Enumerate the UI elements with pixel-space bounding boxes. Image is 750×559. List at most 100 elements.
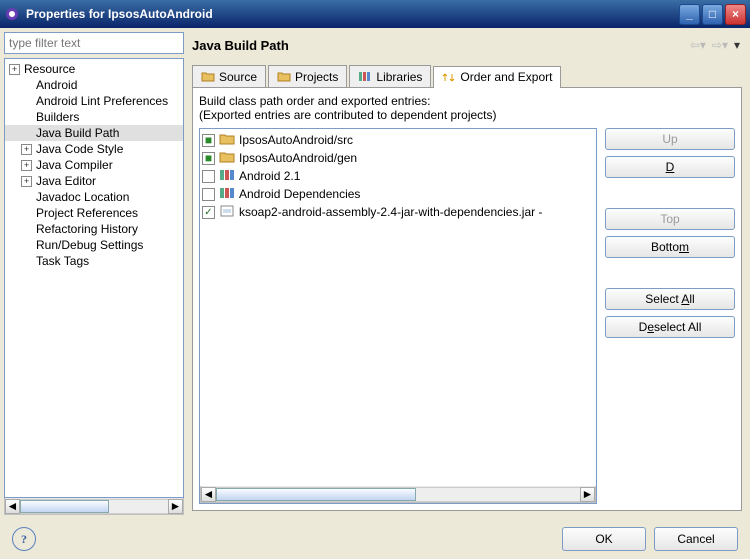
libs-icon bbox=[219, 169, 235, 184]
tree-item[interactable]: + Java Editor bbox=[5, 173, 183, 189]
checkbox[interactable] bbox=[202, 188, 215, 201]
top-button[interactable]: Top bbox=[605, 208, 735, 230]
list-item[interactable]: ✓ ksoap2-android-assembly-2.4-jar-with-de… bbox=[202, 203, 594, 221]
tree-item[interactable]: Task Tags bbox=[5, 253, 183, 269]
list-item[interactable]: ■ IpsosAutoAndroid/src bbox=[202, 131, 594, 149]
window-title: Properties for IpsosAutoAndroid bbox=[26, 7, 679, 21]
expand-icon[interactable]: + bbox=[21, 176, 32, 187]
list-item[interactable]: Android Dependencies bbox=[202, 185, 594, 203]
expand-icon bbox=[21, 240, 32, 251]
deselect-all-button[interactable]: Deselect All bbox=[605, 316, 735, 338]
tree-item[interactable]: Android Lint Preferences bbox=[5, 93, 183, 109]
list-item[interactable]: Android 2.1 bbox=[202, 167, 594, 185]
tree-item-label: Java Compiler bbox=[36, 158, 113, 172]
tree-item[interactable]: Run/Debug Settings bbox=[5, 237, 183, 253]
tree-item-label: Refactoring History bbox=[36, 222, 138, 236]
sidebar-h-scrollbar[interactable]: ◄ ► bbox=[4, 498, 184, 515]
tree-item-label: Java Code Style bbox=[36, 142, 123, 156]
tree-item-label: Java Build Path bbox=[36, 126, 119, 140]
page-title: Java Build Path bbox=[188, 32, 293, 57]
tree-item-label: Project References bbox=[36, 206, 138, 220]
expand-icon bbox=[21, 224, 32, 235]
entry-label: ksoap2-android-assembly-2.4-jar-with-dep… bbox=[239, 205, 542, 219]
tree-item[interactable]: Builders bbox=[5, 109, 183, 125]
scroll-right-icon[interactable]: ► bbox=[580, 487, 595, 502]
scroll-thumb[interactable] bbox=[20, 500, 109, 513]
checkbox[interactable] bbox=[202, 170, 215, 183]
entry-label: Android 2.1 bbox=[239, 169, 300, 183]
sidebar: + Resource AndroidAndroid Lint Preferences… bbox=[4, 32, 184, 515]
forward-icon[interactable]: ⇨▾ bbox=[712, 38, 728, 52]
checkbox[interactable]: ✓ bbox=[202, 206, 215, 219]
expand-icon[interactable]: + bbox=[21, 144, 32, 155]
tree-item[interactable]: + Java Compiler bbox=[5, 157, 183, 173]
help-button[interactable]: ? bbox=[12, 527, 36, 551]
entry-label: Android Dependencies bbox=[239, 187, 360, 201]
menu-icon[interactable]: ▾ bbox=[734, 38, 740, 52]
folder-icon bbox=[219, 133, 235, 148]
tree-item[interactable]: Refactoring History bbox=[5, 221, 183, 237]
up-button[interactable]: Up bbox=[605, 128, 735, 150]
description: Build class path order and exported entr… bbox=[199, 94, 735, 122]
close-button[interactable]: × bbox=[725, 4, 746, 25]
tree-item-label: Android bbox=[36, 78, 77, 92]
maximize-button[interactable]: □ bbox=[702, 4, 723, 25]
app-icon bbox=[4, 6, 20, 22]
tab-source[interactable]: Source bbox=[192, 65, 266, 87]
jar-icon bbox=[219, 205, 235, 220]
expand-icon[interactable]: + bbox=[21, 160, 32, 171]
tree-item-label: Run/Debug Settings bbox=[36, 238, 143, 252]
order-icon bbox=[442, 72, 456, 83]
expand-icon bbox=[21, 128, 32, 139]
expand-icon bbox=[21, 112, 32, 123]
expand-icon[interactable]: + bbox=[9, 64, 20, 75]
checkbox[interactable]: ■ bbox=[202, 152, 215, 165]
tree-item-label: Java Editor bbox=[36, 174, 96, 188]
expand-icon bbox=[21, 256, 32, 267]
list-item[interactable]: ■ IpsosAutoAndroid/gen bbox=[202, 149, 594, 167]
tree-item-label: Builders bbox=[36, 110, 79, 124]
tabs: Source Projects Libraries Order and Expo… bbox=[188, 65, 746, 87]
entry-list[interactable]: ■ IpsosAutoAndroid/src ■ IpsosAutoAndroid/g… bbox=[199, 128, 597, 504]
scroll-right-icon[interactable]: ► bbox=[168, 499, 183, 514]
expand-icon bbox=[21, 80, 32, 91]
expand-icon bbox=[21, 192, 32, 203]
minimize-button[interactable]: _ bbox=[679, 4, 700, 25]
folder-icon bbox=[219, 151, 235, 166]
checkbox[interactable]: ■ bbox=[202, 134, 215, 147]
bottom-button[interactable]: Bottom bbox=[605, 236, 735, 258]
scroll-left-icon[interactable]: ◄ bbox=[5, 499, 20, 514]
main-panel: Java Build Path ⇦▾ ⇨▾ ▾ Source Projects … bbox=[188, 32, 746, 515]
tree-item-label: Javadoc Location bbox=[36, 190, 129, 204]
tree-item-label: Task Tags bbox=[36, 254, 89, 268]
down-button[interactable]: D bbox=[605, 156, 735, 178]
libs-icon bbox=[219, 187, 235, 202]
select-all-button[interactable]: Select All bbox=[605, 288, 735, 310]
ok-button[interactable]: OK bbox=[562, 527, 646, 551]
tree-item[interactable]: Android bbox=[5, 77, 183, 93]
list-h-scrollbar[interactable]: ◄ ► bbox=[200, 486, 596, 503]
tree-item-label: Resource bbox=[24, 62, 75, 76]
entry-label: IpsosAutoAndroid/gen bbox=[239, 151, 357, 165]
tab-projects[interactable]: Projects bbox=[268, 65, 347, 87]
tree-item[interactable]: + Resource bbox=[5, 61, 183, 77]
folder-icon bbox=[277, 71, 291, 82]
tree-item[interactable]: Project References bbox=[5, 205, 183, 221]
cancel-button[interactable]: Cancel bbox=[654, 527, 738, 551]
libraries-icon bbox=[358, 71, 372, 82]
tree-item[interactable]: Javadoc Location bbox=[5, 189, 183, 205]
tree-item[interactable]: + Java Code Style bbox=[5, 141, 183, 157]
entry-label: IpsosAutoAndroid/src bbox=[239, 133, 353, 147]
property-tree[interactable]: + Resource AndroidAndroid Lint Preferences… bbox=[4, 58, 184, 498]
button-bar: ? OK Cancel bbox=[0, 519, 750, 559]
expand-icon bbox=[21, 96, 32, 107]
back-icon[interactable]: ⇦▾ bbox=[690, 38, 706, 52]
scroll-left-icon[interactable]: ◄ bbox=[201, 487, 216, 502]
expand-icon bbox=[21, 208, 32, 219]
titlebar[interactable]: Properties for IpsosAutoAndroid _ □ × bbox=[0, 0, 750, 28]
filter-input[interactable] bbox=[4, 32, 184, 54]
scroll-thumb[interactable] bbox=[216, 488, 416, 501]
tab-order-export[interactable]: Order and Export bbox=[433, 66, 561, 88]
tab-libraries[interactable]: Libraries bbox=[349, 65, 431, 87]
tree-item[interactable]: Java Build Path bbox=[5, 125, 183, 141]
